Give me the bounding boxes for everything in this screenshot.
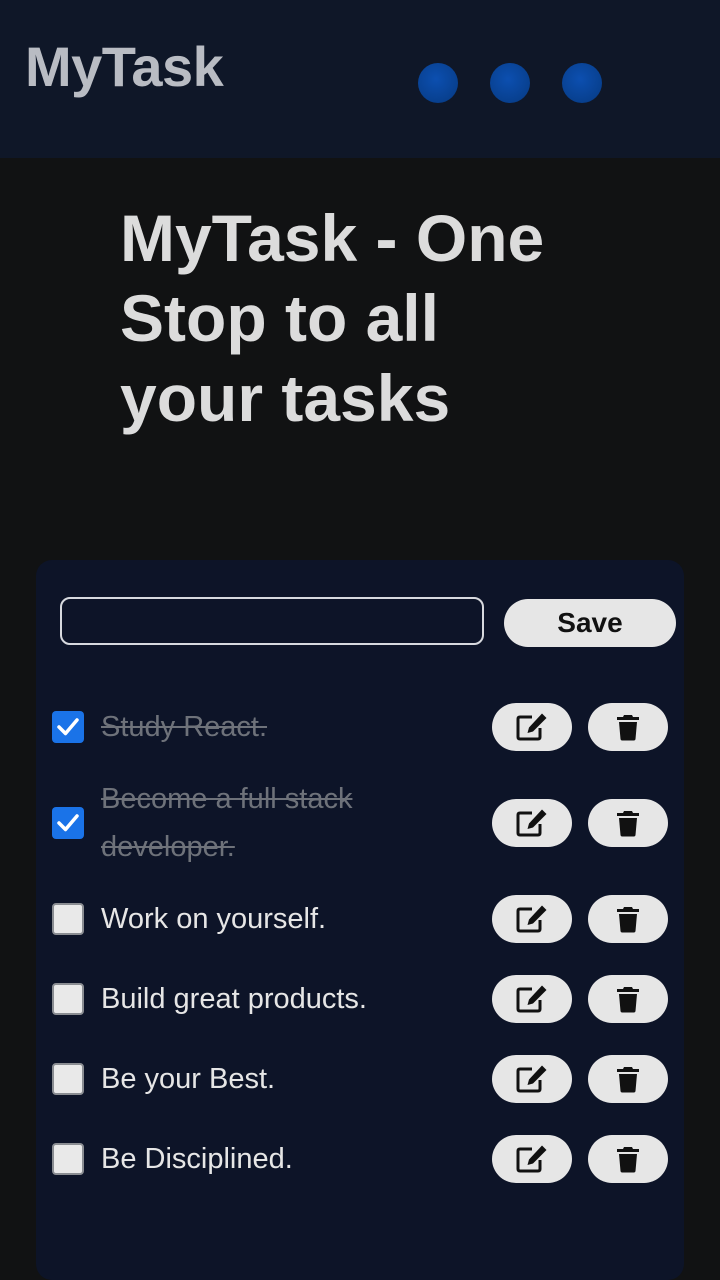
edit-icon: [516, 713, 547, 741]
edit-task-button[interactable]: [492, 1055, 572, 1103]
task-input[interactable]: [60, 597, 484, 645]
trash-icon: [617, 987, 639, 1013]
delete-task-button[interactable]: [588, 1055, 668, 1103]
task-text-line-2: developer.: [101, 831, 235, 863]
task-checkbox[interactable]: [52, 807, 84, 839]
delete-task-button[interactable]: [588, 895, 668, 943]
save-button[interactable]: Save: [504, 599, 676, 647]
trash-icon: [617, 715, 639, 741]
trash-icon: [617, 811, 639, 837]
page-title-line-3: your tasks: [120, 361, 451, 435]
brand-logo-text[interactable]: MyTask: [25, 34, 224, 100]
task-checkbox[interactable]: [52, 983, 84, 1015]
check-icon: [57, 718, 79, 736]
edit-task-button[interactable]: [492, 703, 572, 751]
task-checkbox[interactable]: [52, 1143, 84, 1175]
task-text: Be Disciplined.: [101, 1143, 293, 1175]
task-checkbox[interactable]: [52, 1063, 84, 1095]
check-icon: [57, 814, 79, 832]
edit-icon: [516, 809, 547, 837]
page-title-line-2: Stop to all: [120, 281, 439, 355]
page-title: MyTask - One Stop to all your tasks: [120, 198, 640, 438]
nav-dot-3[interactable]: [562, 63, 602, 103]
task-text: Study React.: [101, 711, 268, 743]
edit-icon: [516, 905, 547, 933]
edit-task-button[interactable]: [492, 975, 572, 1023]
delete-task-button[interactable]: [588, 799, 668, 847]
edit-task-button[interactable]: [492, 799, 572, 847]
trash-icon: [617, 1147, 639, 1173]
edit-task-button[interactable]: [492, 1135, 572, 1183]
delete-task-button[interactable]: [588, 975, 668, 1023]
delete-task-button[interactable]: [588, 1135, 668, 1183]
app-header: MyTask: [0, 0, 720, 158]
edit-icon: [516, 985, 547, 1013]
task-text: Build great products.: [101, 983, 367, 1015]
task-text: Work on yourself.: [101, 903, 327, 935]
trash-icon: [617, 1067, 639, 1093]
task-text-line-1: Become a full stack: [101, 783, 353, 815]
nav-dot-1[interactable]: [418, 63, 458, 103]
task-checkbox[interactable]: [52, 711, 84, 743]
edit-task-button[interactable]: [492, 895, 572, 943]
task-text: Be your Best.: [101, 1063, 276, 1095]
edit-icon: [516, 1145, 547, 1173]
page-title-line-1: MyTask - One: [120, 201, 545, 275]
trash-icon: [617, 907, 639, 933]
nav-dot-2[interactable]: [490, 63, 530, 103]
delete-task-button[interactable]: [588, 703, 668, 751]
task-checkbox[interactable]: [52, 903, 84, 935]
task-text: Become a full stack developer.: [101, 775, 461, 871]
edit-icon: [516, 1065, 547, 1093]
